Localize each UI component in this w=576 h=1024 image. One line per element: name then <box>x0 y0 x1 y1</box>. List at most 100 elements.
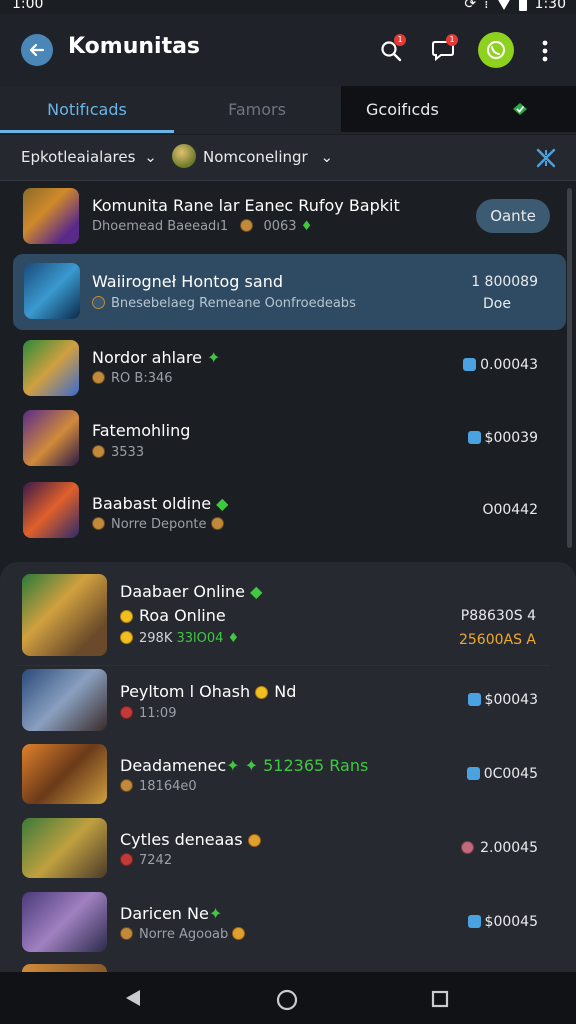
item-subtitle: Norre Deponte <box>92 517 230 532</box>
game-thumbnail <box>22 574 107 656</box>
item-subtitle: RO B:346 <box>92 371 173 386</box>
clock-icon <box>92 296 105 309</box>
tab-bar: Notifıcads Famors Gcoifıcds <box>0 86 576 134</box>
game-thumbnail <box>22 892 107 952</box>
item-sub-text: 11:09 <box>139 706 177 721</box>
filter-dropdown-right[interactable]: Nomconelingr ⌄ <box>203 148 333 166</box>
item-sub-text: 7242 <box>139 853 173 868</box>
item-title: Baabast oldine ◆ <box>92 494 228 513</box>
filter-bar: Epkotleaialares ⌄ Nomconelingr ⌄ <box>0 135 576 181</box>
tab-indicator <box>0 130 174 133</box>
gem-icon: ◆ <box>211 494 229 513</box>
item-value: P88630S 4 <box>460 608 536 624</box>
ban-icon <box>461 841 475 854</box>
list-item[interactable]: Daricen Ne✦ Norre Agooab $00045 <box>0 890 566 964</box>
game-thumbnail <box>22 744 107 804</box>
item-subtitle: 298K 33lO04 ♦ <box>120 631 239 646</box>
verified-icon <box>466 767 480 780</box>
item-value-sub: Doe <box>483 296 511 312</box>
item-subtitle: Dhoemead Baeeadı1 0063 ♦ <box>92 219 312 234</box>
item-title-text: Daricen Ne <box>120 904 209 923</box>
item-value: $00045 <box>467 914 538 930</box>
list-item[interactable]: Daabaer Online ◆ Roa Online 298K 33lO04 … <box>0 570 566 666</box>
item-title-suffix: Nd <box>274 682 297 701</box>
search-button[interactable]: 1 <box>376 34 406 66</box>
tab-forums[interactable]: Famors <box>174 86 340 132</box>
tab-label: Notifıcads <box>47 99 127 119</box>
verified-icon <box>467 693 481 706</box>
back-button[interactable] <box>21 34 53 66</box>
coin-icon <box>92 445 105 458</box>
item-sub-text: Norre Deponte <box>111 517 207 532</box>
check-badge-icon <box>513 103 527 115</box>
list-item[interactable]: Peyltom l Ohash Nd 11:09 $00043 <box>0 666 566 742</box>
game-thumbnail <box>23 410 79 466</box>
back-arrow-icon <box>29 43 45 57</box>
item-title: Daricen Ne✦ <box>120 904 222 923</box>
filter-dropdown-left[interactable]: Epkotleaialares ⌄ <box>21 148 157 166</box>
whatsapp-icon <box>487 41 505 59</box>
list-item[interactable]: Nordor ahlare ✦ RO B:346 0.00043 <box>0 332 566 406</box>
item-subtitle: Bnesebelaeg Remeane Oonfroedeabs <box>92 296 356 311</box>
emoji-icon <box>210 517 224 530</box>
item-sub-text: 18164e0 <box>139 779 197 794</box>
item-value-text: 2.00045 <box>480 840 538 856</box>
item-title-text: Deadamenec <box>120 756 227 775</box>
nav-home-icon[interactable] <box>276 989 298 1011</box>
list-item[interactable]: Fatemohling 3533 $00039 <box>0 408 566 480</box>
nav-recents-icon[interactable] <box>431 990 449 1008</box>
item-subtitle: Norre Agooab <box>120 927 251 942</box>
game-thumbnail <box>22 818 107 878</box>
item-value-text: $00045 <box>484 914 538 930</box>
emoji-icon <box>247 834 261 847</box>
item-title: Nordor ahlare ✦ <box>92 348 220 367</box>
tab-notifications[interactable]: Notifıcads <box>0 86 174 132</box>
list-item[interactable]: Baabast oldine ◆ Norre Deponte O00442 <box>0 480 566 552</box>
nav-back-icon[interactable] <box>124 988 142 1008</box>
star-icon: ✦ <box>208 904 223 923</box>
more-vertical-icon <box>542 40 548 62</box>
list-item[interactable]: Deadamenec✦ ✦ 512365 Rans 18164e0 0C0045 <box>0 742 566 816</box>
chat-badge: 1 <box>446 34 458 46</box>
item-title-text: Peyltom l Ohash <box>120 682 251 701</box>
join-button[interactable]: Oante <box>476 199 550 233</box>
whatsapp-button[interactable] <box>478 32 514 68</box>
item-sub-text: Bnesebelaeg Remeane Oonfroedeabs <box>111 296 356 311</box>
item-title2-text: Roa Online <box>139 606 226 625</box>
scrollbar[interactable] <box>567 188 572 548</box>
item-subtitle: 7242 <box>120 853 172 868</box>
chat-button[interactable]: 1 <box>428 34 458 66</box>
search-badge: 1 <box>394 34 406 46</box>
list-item[interactable]: Cytles deneaas 7242 2.00045 <box>0 816 566 890</box>
filter-right-label: Nomconelingr <box>203 148 308 166</box>
verified-icon <box>467 431 481 444</box>
item-sub-text: 3533 <box>111 445 145 460</box>
item-value: $00043 <box>467 692 538 708</box>
coin-icon <box>92 371 105 384</box>
tab-groups[interactable]: Gcoifıcds <box>341 86 576 132</box>
status-icons: ⟳ ⁞ 1:30 <box>464 0 566 12</box>
item-subtitle: 3533 <box>92 445 144 460</box>
list-item[interactable]: Waiirogneł Hontog sand Bnesebelaeg Remea… <box>0 254 566 330</box>
item-value-text: $00043 <box>484 692 538 708</box>
sync-icon: ⟳ <box>464 0 477 12</box>
item-title: Peyltom l Ohash Nd <box>120 682 296 701</box>
item-title: Fatemohling <box>92 421 191 440</box>
item-sub-count: 0063 <box>263 219 297 234</box>
game-thumbnail <box>23 340 79 396</box>
item-subtitle: 18164e0 <box>120 779 197 794</box>
item-sub-text: Dhoemead Baeeadı1 <box>92 219 229 234</box>
item-title: Daabaer Online ◆ <box>120 582 262 601</box>
more-options-button[interactable] <box>530 36 560 66</box>
item-title: Komunita Rane lar Eanec Rufoy Bapkit <box>92 196 400 215</box>
emoji-icon <box>120 631 133 644</box>
star-icon: ✦ <box>201 348 221 367</box>
signal-icon: ⁞ <box>484 0 489 12</box>
item-sub-text: RO B:346 <box>111 371 173 386</box>
close-filter-icon[interactable] <box>534 146 558 170</box>
item-title-secondary: Roa Online <box>120 606 226 625</box>
system-nav-bar <box>0 972 576 1024</box>
tab-label: Gcoifıcds <box>366 99 439 119</box>
community-card: Daabaer Online ◆ Roa Online 298K 33lO04 … <box>0 562 576 972</box>
coin-icon <box>120 779 133 792</box>
